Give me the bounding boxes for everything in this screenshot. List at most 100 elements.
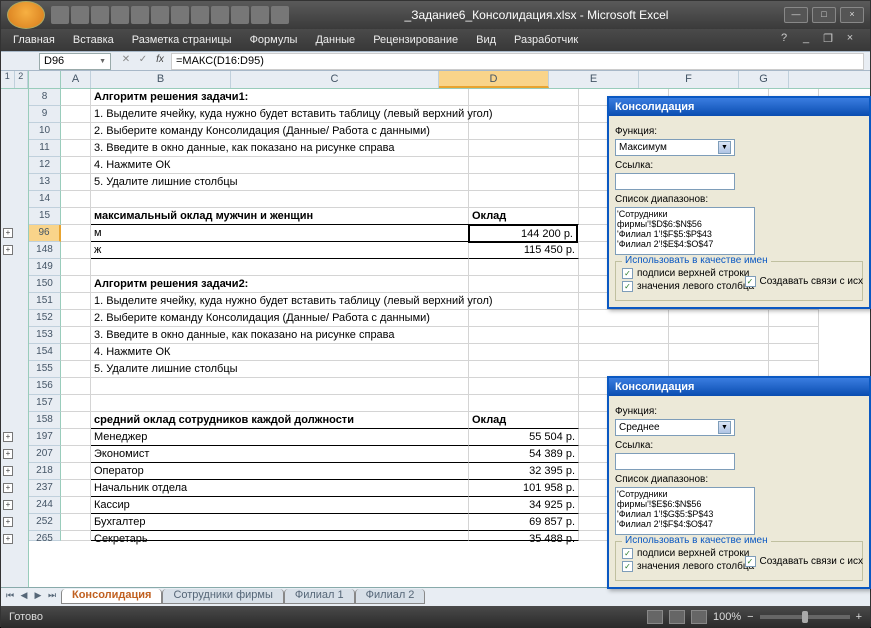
checkbox-create-links[interactable]: ✓ (745, 556, 756, 567)
cell[interactable] (91, 395, 469, 412)
cell[interactable] (579, 344, 669, 361)
mdi-close-icon[interactable]: × (842, 32, 858, 48)
cell[interactable]: 144 200 р. (468, 224, 578, 243)
checkbox-top-row[interactable]: ✓ (622, 548, 633, 559)
col-header-G[interactable]: G (739, 71, 789, 88)
view-layout-icon[interactable] (669, 610, 685, 624)
zoom-level[interactable]: 100% (713, 611, 741, 623)
help-icon[interactable]: ? (776, 32, 792, 48)
qat-btn-icon[interactable] (271, 6, 289, 24)
cell[interactable] (469, 123, 579, 140)
cell[interactable] (61, 344, 91, 361)
cell[interactable] (61, 293, 91, 310)
list-item[interactable]: 'Сотрудники фирмы'!$D$6:$N$56 (617, 209, 753, 229)
row-header[interactable]: 252 (29, 514, 61, 531)
cell[interactable] (61, 106, 91, 123)
close-button[interactable]: × (840, 7, 864, 23)
fx-icon[interactable]: fx (153, 54, 167, 68)
cell[interactable]: Кассир (91, 497, 469, 514)
tab-developer[interactable]: Разработчик (514, 34, 578, 46)
cell[interactable]: 55 504 р. (469, 429, 579, 446)
cell[interactable] (469, 293, 579, 310)
tab-review[interactable]: Рецензирование (373, 34, 458, 46)
cell[interactable] (61, 480, 91, 497)
sheet-tab[interactable]: Филиал 1 (284, 589, 355, 604)
cell[interactable] (469, 378, 579, 395)
cell[interactable] (579, 327, 669, 344)
cell[interactable] (61, 191, 91, 208)
range-list[interactable]: 'Сотрудники фирмы'!$D$6:$N$56 'Филиал 1'… (615, 207, 755, 255)
cell[interactable] (61, 157, 91, 174)
qat-btn-icon[interactable] (251, 6, 269, 24)
list-item[interactable]: 'Филиал 1'!$G$5:$P$43 (617, 509, 753, 519)
col-header-B[interactable]: B (91, 71, 231, 88)
cell[interactable] (469, 140, 579, 157)
row-header[interactable]: 149 (29, 259, 61, 276)
row-header[interactable]: 244 (29, 497, 61, 514)
cell[interactable] (769, 310, 819, 327)
range-list[interactable]: 'Сотрудники фирмы'!$E$6:$N$56 'Филиал 1'… (615, 487, 755, 535)
cell[interactable] (469, 106, 579, 123)
view-normal-icon[interactable] (647, 610, 663, 624)
cell[interactable] (61, 378, 91, 395)
cell[interactable]: 3. Введите в окно данные, как показано н… (91, 327, 469, 344)
cell[interactable] (469, 174, 579, 191)
outline-expand-button[interactable]: + (3, 500, 13, 510)
ref-input[interactable] (615, 453, 735, 470)
cell[interactable] (91, 191, 469, 208)
cell[interactable]: Секретарь (91, 531, 469, 541)
cell[interactable] (61, 208, 91, 225)
cell[interactable] (61, 531, 91, 541)
cell[interactable]: 1. Выделите ячейку, куда нужно будет вст… (91, 293, 469, 310)
func-combo[interactable]: Максимум▼ (615, 139, 735, 156)
maximize-button[interactable]: □ (812, 7, 836, 23)
row-header[interactable]: 148 (29, 242, 61, 259)
formula-input[interactable]: =МАКС(D16:D95) (171, 53, 864, 70)
cell[interactable] (469, 191, 579, 208)
cell[interactable] (61, 259, 91, 276)
cell[interactable]: Алгоритм решения задачи2: (91, 276, 469, 293)
sheet-tab[interactable]: Филиал 2 (355, 589, 426, 604)
cell[interactable]: максимальный оклад мужчин и женщин (91, 208, 469, 225)
cell[interactable] (469, 259, 579, 276)
tab-formulas[interactable]: Формулы (250, 34, 298, 46)
checkbox-create-links[interactable]: ✓ (745, 276, 756, 287)
col-header-E[interactable]: E (549, 71, 639, 88)
cell[interactable]: Экономист (91, 446, 469, 463)
view-pagebreak-icon[interactable] (691, 610, 707, 624)
row-header[interactable]: 13 (29, 174, 61, 191)
row-header[interactable]: 9 (29, 106, 61, 123)
outline-expand-button[interactable]: + (3, 466, 13, 476)
cell[interactable] (61, 395, 91, 412)
outline-expand-button[interactable]: + (3, 228, 13, 238)
cell[interactable] (61, 242, 91, 259)
col-header-C[interactable]: C (231, 71, 439, 88)
cell[interactable] (61, 327, 91, 344)
cell[interactable]: 32 395 р. (469, 463, 579, 480)
row-header[interactable]: 15 (29, 208, 61, 225)
tab-insert[interactable]: Вставка (73, 34, 114, 46)
row-header[interactable]: 10 (29, 123, 61, 140)
cell[interactable]: 2. Выберите команду Консолидация (Данные… (91, 310, 469, 327)
list-item[interactable]: 'Филиал 1'!$F$5:$P$43 (617, 229, 753, 239)
row-header[interactable]: 14 (29, 191, 61, 208)
sheet-tab-active[interactable]: Консолидация (61, 589, 162, 604)
row-header[interactable]: 96 (29, 225, 61, 242)
row-header[interactable]: 237 (29, 480, 61, 497)
cell[interactable]: 2. Выберите команду Консолидация (Данные… (91, 123, 469, 140)
cell[interactable] (61, 446, 91, 463)
cell[interactable]: 1. Выделите ячейку, куда нужно будет вст… (91, 106, 469, 123)
row-header[interactable]: 156 (29, 378, 61, 395)
cell[interactable]: Бухгалтер (91, 514, 469, 531)
cell[interactable]: 54 389 р. (469, 446, 579, 463)
cell[interactable] (61, 225, 91, 242)
row-header[interactable]: 12 (29, 157, 61, 174)
cell[interactable]: Оклад (469, 412, 579, 429)
zoom-in-button[interactable]: + (856, 611, 862, 623)
tab-view[interactable]: Вид (476, 34, 496, 46)
cell[interactable] (61, 89, 91, 106)
row-header[interactable]: 155 (29, 361, 61, 378)
cell[interactable] (61, 463, 91, 480)
row-header[interactable]: 154 (29, 344, 61, 361)
cell[interactable] (61, 497, 91, 514)
